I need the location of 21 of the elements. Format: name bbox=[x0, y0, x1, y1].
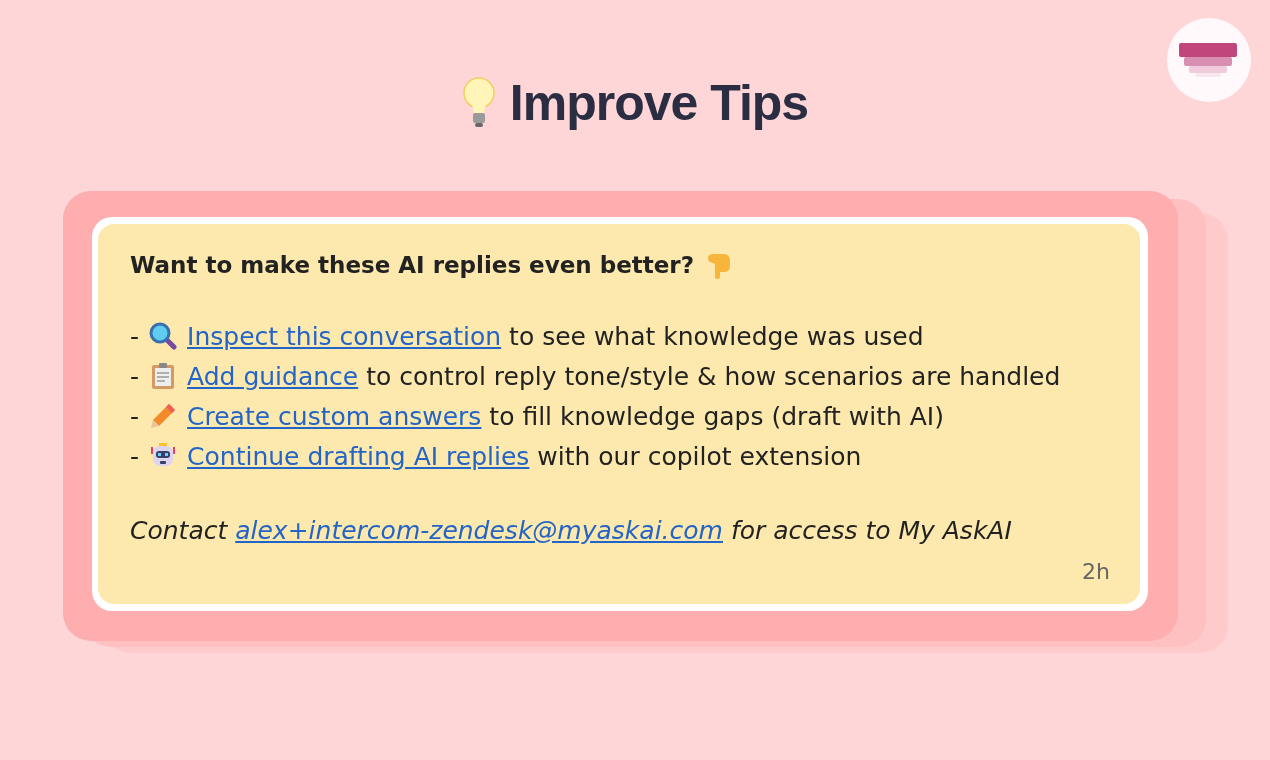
tip-text: Inspect this conversation to see what knowledge was used bbox=[187, 321, 924, 351]
tip-link[interactable]: Add guidance bbox=[187, 361, 359, 391]
email-link[interactable]: alex+intercom-zendesk@myaskai.com bbox=[235, 516, 723, 545]
contact-text: Contact alex+intercom-zendesk@myaskai.com for access to My AskAI bbox=[130, 516, 1013, 545]
tip-link[interactable]: Create custom answers bbox=[187, 401, 482, 431]
list-dash: - bbox=[130, 361, 140, 391]
page-title: Improve Tips bbox=[509, 74, 809, 132]
list-dash: - bbox=[130, 321, 140, 351]
list-dash: - bbox=[130, 441, 140, 471]
tip-text: Continue drafting AI replies with our copilot extension bbox=[187, 441, 862, 471]
tip-link[interactable]: Inspect this conversation bbox=[187, 321, 502, 351]
pencil-icon bbox=[149, 402, 178, 430]
tip-link[interactable]: Continue drafting AI replies bbox=[187, 441, 530, 471]
tip-text: Create custom answers to fill knowledge gaps (draft with AI) bbox=[187, 401, 944, 431]
light-bulb-icon bbox=[461, 77, 496, 129]
tip-text: Add guidance to control reply tone/style & how scenarios are handled bbox=[187, 361, 1061, 391]
list-dash: - bbox=[130, 401, 140, 431]
magnifier-icon bbox=[149, 322, 178, 350]
message-heading: Want to make these AI replies even better? bbox=[130, 252, 695, 278]
stacked-layers-icon bbox=[1179, 43, 1239, 77]
message-time: 2h bbox=[1082, 559, 1110, 584]
